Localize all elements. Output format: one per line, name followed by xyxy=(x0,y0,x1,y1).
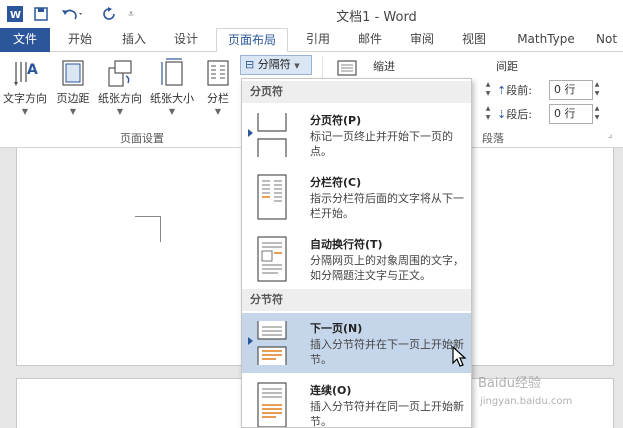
tab-home[interactable]: 开始 xyxy=(60,28,100,52)
text-wrapping-break-icon xyxy=(257,236,287,282)
tab-review[interactable]: 审阅 xyxy=(402,28,442,52)
space-before-input[interactable]: 0 行 xyxy=(549,80,593,100)
margins-button[interactable]: 页边距 ▼ xyxy=(48,56,98,126)
mouse-cursor-icon xyxy=(452,346,467,367)
menu-item-description: 分隔网页上的对象周围的文字，如分隔题注文字与正文。 xyxy=(310,254,464,282)
tab-insert[interactable]: 插入 xyxy=(114,28,154,52)
space-before-icon: ⇡ xyxy=(497,84,507,97)
spacing-label: 间距 xyxy=(496,60,518,73)
continuous-break-icon xyxy=(257,382,287,427)
tab-file[interactable]: 文件 xyxy=(0,28,50,52)
svg-text:A: A xyxy=(27,62,38,78)
indent-spin-arrows[interactable]: ▲ ▼ xyxy=(484,80,492,100)
tab-view[interactable]: 视图 xyxy=(454,28,494,52)
tab-page-layout[interactable]: 页面布局 xyxy=(216,28,288,53)
chevron-down-icon: ▼ xyxy=(168,107,176,116)
breaks-label: 分隔符 xyxy=(257,58,291,71)
text-direction-icon: A xyxy=(14,62,38,86)
paragraph-group-label: 段落 xyxy=(482,132,504,145)
breaks-menu: 分页符 分页符(P) 标记一页终止并开始下一页的点。 分栏符(C) 指示分栏符后… xyxy=(241,78,472,428)
menu-item-continuous[interactable]: 连续(O) 插入分节符并在同一页上开始新节。 xyxy=(242,375,471,428)
breaks-button[interactable]: ⊟ 分隔符 ▼ xyxy=(240,55,312,75)
menu-item-description: 插入分节符并在同一页上开始新节。 xyxy=(310,400,464,428)
breaks-icon: ⊟ xyxy=(245,58,255,71)
tab-design[interactable]: 设计 xyxy=(166,28,206,52)
space-after-label: ⇣段后: xyxy=(497,108,532,121)
margin-corner-mark xyxy=(135,216,161,242)
page-break-icon xyxy=(257,113,287,157)
menu-item-title: 连续(O) xyxy=(310,384,352,397)
menu-item-description: 指示分栏符后面的文字将从下一栏开始。 xyxy=(310,192,464,220)
chevron-down-icon: ▼ xyxy=(294,62,300,70)
margins-icon xyxy=(62,60,84,86)
column-break-icon xyxy=(257,174,287,220)
text-direction-button[interactable]: A 文字方向 ▼ xyxy=(0,56,50,126)
menu-item-description: 插入分节符并在下一页上开始新节。 xyxy=(310,338,464,366)
space-after-input[interactable]: 0 行 xyxy=(549,104,593,124)
next-page-break-icon xyxy=(257,321,287,365)
columns-icon xyxy=(207,60,229,86)
watermark-text: Baidu经验 xyxy=(478,376,541,391)
menu-item-description: 标记一页终止并开始下一页的点。 xyxy=(310,130,453,158)
paragraph-launcher-icon[interactable]: ⌟ xyxy=(608,130,612,140)
indent-label: 缩进 xyxy=(373,60,395,73)
indent-spin-arrows[interactable]: ▲ ▼ xyxy=(484,104,492,124)
page-breaks-section-header: 分页符 xyxy=(242,81,471,103)
tab-notes[interactable]: Not xyxy=(596,28,623,52)
space-after-icon: ⇣ xyxy=(497,108,507,121)
paper-size-icon xyxy=(161,58,183,86)
word-window: W ⩡ 文档1 - Word 文件 开始 插入 设计 页面布局 引用 邮件 审阅… xyxy=(0,0,623,428)
columns-label: 分栏 xyxy=(207,92,229,105)
page-setup-group-label: 页面设置 xyxy=(120,132,164,145)
space-before-label: ⇡段前: xyxy=(497,84,532,97)
space-after-spin[interactable]: ▲ ▼ xyxy=(593,104,601,124)
menu-item-title: 自动换行符(T) xyxy=(310,238,383,251)
section-breaks-section-header: 分节符 xyxy=(242,289,471,311)
menu-item-column-break[interactable]: 分栏符(C) 指示分栏符后面的文字将从下一栏开始。 xyxy=(242,167,471,227)
paper-size-label: 纸张大小 xyxy=(150,92,194,105)
columns-button[interactable]: 分栏 ▼ xyxy=(198,56,238,126)
menu-item-title: 分页符(P) xyxy=(310,114,362,127)
paper-size-button[interactable]: 纸张大小 ▼ xyxy=(146,56,198,126)
window-title: 文档1 - Word xyxy=(336,10,417,25)
chevron-down-icon: ▼ xyxy=(21,107,29,116)
chevron-down-icon: ▼ xyxy=(116,107,124,116)
text-direction-label: 文字方向 xyxy=(3,92,47,105)
orientation-icon xyxy=(108,60,132,87)
margins-label: 页边距 xyxy=(56,92,90,105)
tab-mathtype[interactable]: MathType xyxy=(508,28,584,52)
menu-item-title: 分栏符(C) xyxy=(310,176,362,189)
orientation-label: 纸张方向 xyxy=(98,92,142,105)
menu-item-next-page[interactable]: 下一页(N) 插入分节符并在下一页上开始新节。 xyxy=(242,313,471,373)
menu-item-title: 下一页(N) xyxy=(310,322,363,335)
title-bar: W ⩡ 文档1 - Word xyxy=(0,0,623,28)
pointer-icon xyxy=(248,129,253,137)
space-before-spin[interactable]: ▲ ▼ xyxy=(593,80,601,100)
menu-item-page-break[interactable]: 分页符(P) 标记一页终止并开始下一页的点。 xyxy=(242,105,471,165)
ribbon-tabs: 文件 开始 插入 设计 页面布局 引用 邮件 审阅 视图 MathType No… xyxy=(0,28,623,53)
tab-mailings[interactable]: 邮件 xyxy=(350,28,390,52)
pointer-icon xyxy=(248,337,253,345)
chevron-down-icon: ▼ xyxy=(214,107,222,116)
watermark-subtext: jingyan.baidu.com xyxy=(480,396,573,407)
tab-references[interactable]: 引用 xyxy=(298,28,338,52)
orientation-button[interactable]: 纸张方向 ▼ xyxy=(94,56,146,126)
chevron-down-icon: ▼ xyxy=(69,107,77,116)
menu-item-text-wrapping-break[interactable]: 自动换行符(T) 分隔网页上的对象周围的文字，如分隔题注文字与正文。 xyxy=(242,229,471,289)
